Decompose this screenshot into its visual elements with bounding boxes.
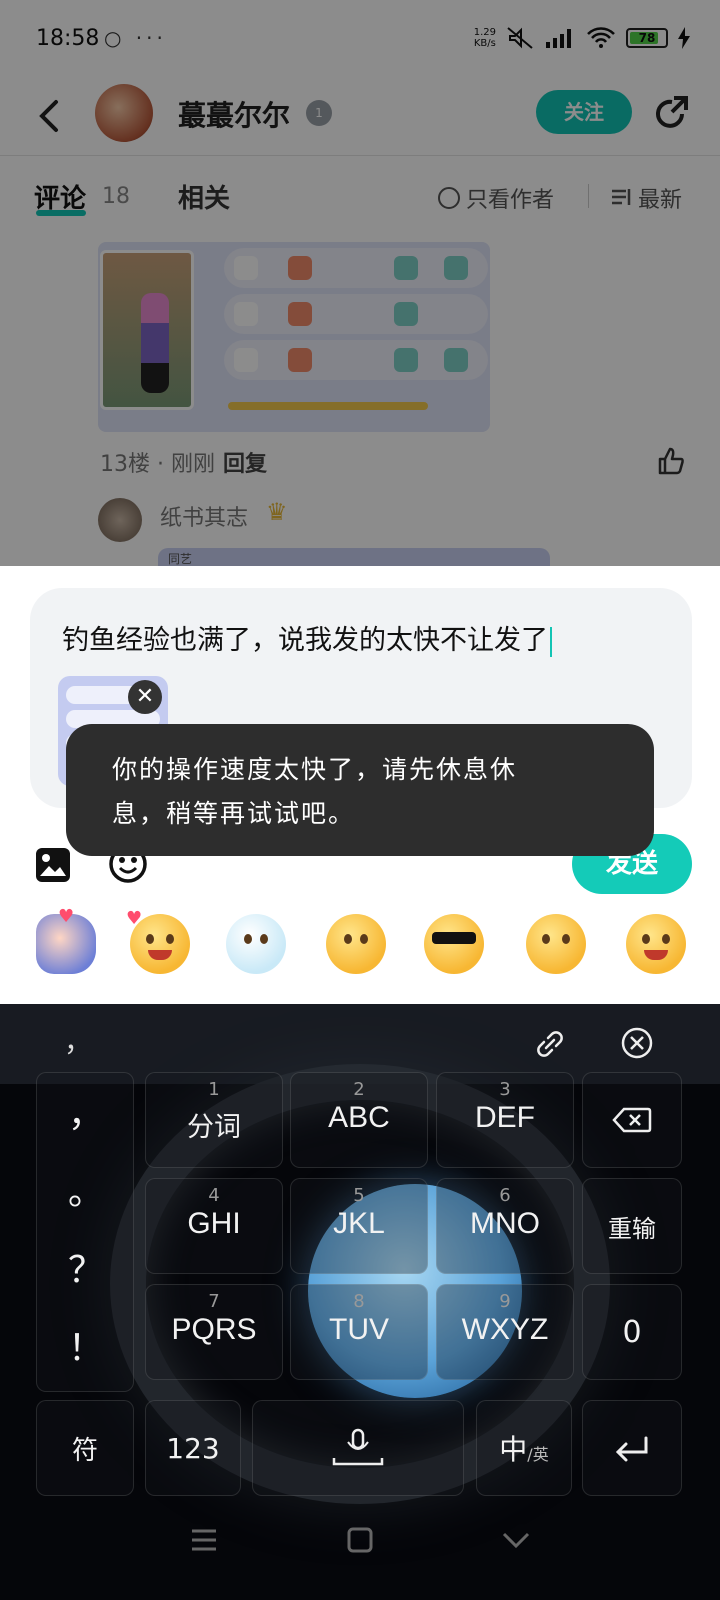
candidate-comma[interactable]: ，: [64, 1020, 92, 1060]
punct-question-key[interactable]: ？: [37, 1241, 135, 1293]
reinput-key[interactable]: 重输: [582, 1178, 682, 1274]
punct-comma-key[interactable]: ，: [37, 1085, 135, 1137]
key-2-abc[interactable]: 2 ABC: [290, 1072, 428, 1168]
finger-heart-sticker[interactable]: ♥: [36, 906, 96, 974]
crying-seal-sticker[interactable]: [226, 914, 286, 974]
collapse-chevron-icon[interactable]: [498, 1522, 534, 1558]
shy-smile-sticker[interactable]: [326, 914, 386, 974]
sunglasses-sticker[interactable]: [424, 914, 484, 974]
toast-line-1: 你的操作速度太快了，请先休息休: [112, 755, 518, 784]
key-8-tuv[interactable]: 8 TUV: [290, 1284, 428, 1380]
microphone-icon: [332, 1428, 384, 1466]
backspace-key[interactable]: [582, 1072, 682, 1168]
keyboard-close-icon[interactable]: [620, 1026, 654, 1060]
key-3-def[interactable]: 3 DEF: [436, 1072, 574, 1168]
sticker-row: ♥ ♥: [0, 906, 720, 994]
system-navigation-bar: [0, 1494, 720, 1600]
post-detail-page: 18:58 ○ ··· 1.29 KB/s 78 蕞蕞尔尔 1 关注 评论 18…: [0, 0, 720, 566]
smirk-sticker[interactable]: [526, 914, 586, 974]
reply-input-text[interactable]: 钓鱼经验也满了，说我发的太快不让发了: [62, 618, 552, 657]
numbers-key[interactable]: 123: [145, 1400, 241, 1496]
menu-icon[interactable]: [186, 1522, 222, 1558]
symbols-key[interactable]: 符: [36, 1400, 134, 1496]
punctuation-column: ， 。 ？ ！: [36, 1072, 134, 1392]
key-7-pqrs[interactable]: 7 PQRS: [145, 1284, 283, 1380]
key-9-wxyz[interactable]: 9 WXYZ: [436, 1284, 574, 1380]
punct-exclaim-key[interactable]: ！: [37, 1319, 135, 1371]
space-voice-key[interactable]: [252, 1400, 464, 1496]
clipboard-link-icon[interactable]: [534, 1028, 566, 1060]
key-5-jkl[interactable]: 5 JKL: [290, 1178, 428, 1274]
enter-key[interactable]: [582, 1400, 682, 1496]
dim-overlay[interactable]: [0, 0, 720, 566]
image-picker-icon[interactable]: [34, 846, 72, 884]
punct-period-key[interactable]: 。: [37, 1163, 135, 1215]
language-switch-key[interactable]: 中/英: [476, 1400, 572, 1496]
key-1-segment[interactable]: 1 分词: [145, 1072, 283, 1168]
rate-limit-toast: 你的操作速度太快了，请先休息休 息，稍等再试试吧。: [66, 724, 654, 856]
key-6-mno[interactable]: 6 MNO: [436, 1178, 574, 1274]
love-smile-sticker[interactable]: ♥: [126, 908, 190, 974]
key-4-ghi[interactable]: 4 GHI: [145, 1178, 283, 1274]
toast-line-2: 息，稍等再试试吧。: [112, 799, 356, 828]
grin-sticker[interactable]: [626, 914, 686, 974]
backspace-icon: [612, 1107, 652, 1133]
text-caret: [550, 626, 552, 657]
enter-icon: [615, 1436, 648, 1462]
key-0[interactable]: 0: [582, 1284, 682, 1380]
home-icon[interactable]: [342, 1522, 378, 1558]
remove-attachment-icon[interactable]: ✕: [128, 680, 162, 714]
